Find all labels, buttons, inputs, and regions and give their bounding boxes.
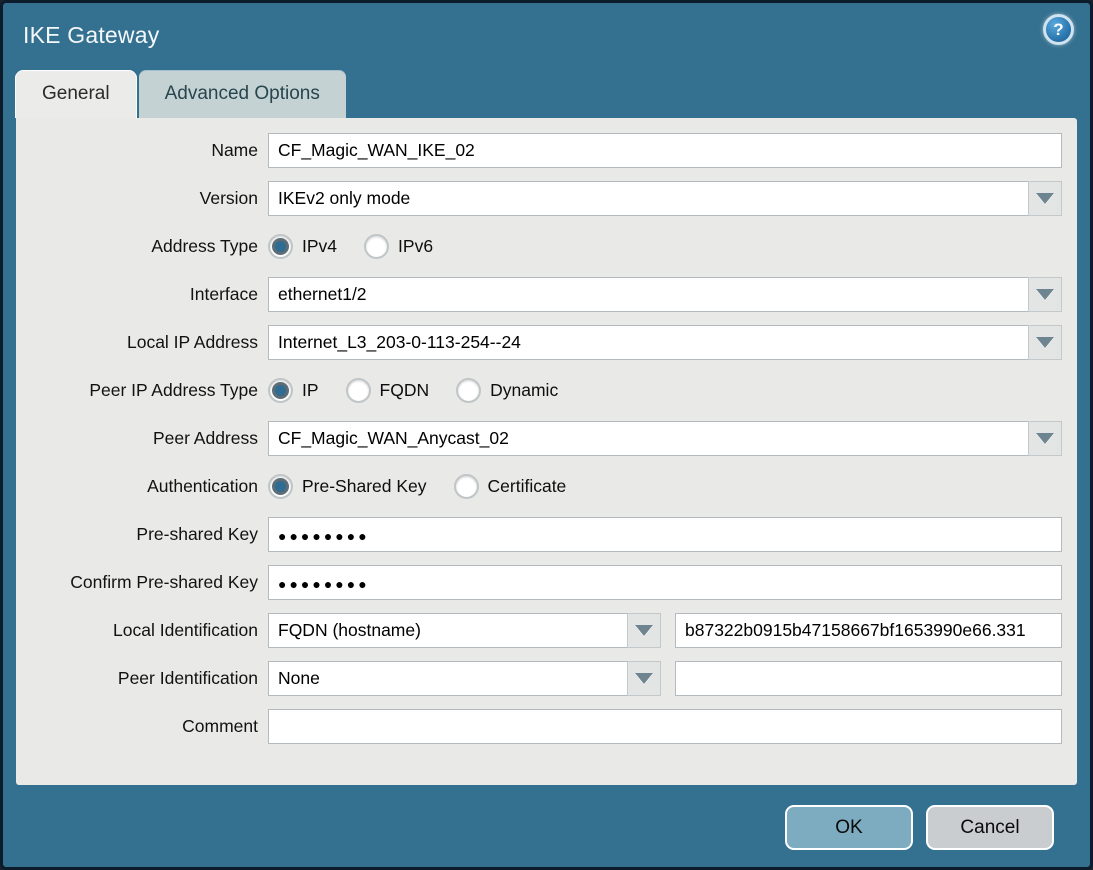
row-peer-identification: Peer Identification None: [16, 661, 1077, 696]
local-identification-type-dropdown[interactable]: FQDN (hostname): [268, 613, 661, 648]
confirm-pre-shared-key-label: Confirm Pre-shared Key: [16, 572, 268, 593]
ipv6-radio[interactable]: [364, 234, 389, 259]
help-icon[interactable]: ?: [1043, 14, 1074, 45]
fqdn-radio[interactable]: [346, 378, 371, 403]
comment-label: Comment: [16, 716, 268, 737]
pre-shared-key-label: Pre-shared Key: [16, 524, 268, 545]
local-identification-type-value[interactable]: FQDN (hostname): [268, 613, 627, 648]
local-identification-dropdown-button[interactable]: [627, 613, 661, 648]
certificate-radio-label: Certificate: [488, 476, 567, 497]
peer-ip-type-fqdn-option[interactable]: FQDN: [346, 378, 430, 403]
pre-shared-key-radio-label: Pre-Shared Key: [302, 476, 427, 497]
peer-identification-type-value[interactable]: None: [268, 661, 627, 696]
comment-input[interactable]: [268, 709, 1062, 744]
peer-identification-type-dropdown[interactable]: None: [268, 661, 661, 696]
address-type-ipv4-option[interactable]: IPv4: [268, 234, 337, 259]
version-label: Version: [16, 188, 268, 209]
row-interface: Interface ethernet1/2: [16, 277, 1077, 312]
chevron-down-icon: [1036, 289, 1054, 300]
chevron-down-icon: [1036, 433, 1054, 444]
pre-shared-key-input[interactable]: ●●●●●●●●: [268, 517, 1062, 552]
ip-radio[interactable]: [268, 378, 293, 403]
interface-dropdown[interactable]: ethernet1/2: [268, 277, 1062, 312]
local-ip-address-value[interactable]: Internet_L3_203-0-113-254--24: [268, 325, 1028, 360]
ipv6-radio-label: IPv6: [398, 236, 433, 257]
pre-shared-key-radio[interactable]: [268, 474, 293, 499]
chevron-down-icon: [1036, 337, 1054, 348]
version-value[interactable]: IKEv2 only mode: [268, 181, 1028, 216]
local-ip-address-label: Local IP Address: [16, 332, 268, 353]
dynamic-radio[interactable]: [456, 378, 481, 403]
local-ip-address-dropdown[interactable]: Internet_L3_203-0-113-254--24: [268, 325, 1062, 360]
row-address-type: Address Type IPv4 IPv6: [16, 229, 1077, 264]
peer-identification-dropdown-button[interactable]: [627, 661, 661, 696]
row-authentication: Authentication Pre-Shared Key Certificat…: [16, 469, 1077, 504]
row-comment: Comment: [16, 709, 1077, 744]
chevron-down-icon: [1036, 193, 1054, 204]
auth-pre-shared-key-option[interactable]: Pre-Shared Key: [268, 474, 427, 499]
dialog-titlebar: IKE Gateway ?: [3, 3, 1090, 67]
row-peer-address: Peer Address CF_Magic_WAN_Anycast_02: [16, 421, 1077, 456]
auth-certificate-option[interactable]: Certificate: [454, 474, 567, 499]
peer-address-dropdown-button[interactable]: [1028, 421, 1062, 456]
ike-gateway-dialog: IKE Gateway ? General Advanced Options N…: [0, 0, 1093, 870]
interface-label: Interface: [16, 284, 268, 305]
peer-address-label: Peer Address: [16, 428, 268, 449]
dialog-footer: OK Cancel: [3, 785, 1090, 870]
dynamic-radio-label: Dynamic: [490, 380, 558, 401]
dialog-title: IKE Gateway: [23, 22, 159, 49]
local-ip-address-dropdown-button[interactable]: [1028, 325, 1062, 360]
row-peer-ip-address-type: Peer IP Address Type IP FQDN Dynamic: [16, 373, 1077, 408]
name-input[interactable]: CF_Magic_WAN_IKE_02: [268, 133, 1062, 168]
local-identification-label: Local Identification: [16, 620, 268, 641]
row-local-ip-address: Local IP Address Internet_L3_203-0-113-2…: [16, 325, 1077, 360]
authentication-label: Authentication: [16, 476, 268, 497]
version-dropdown[interactable]: IKEv2 only mode: [268, 181, 1062, 216]
chevron-down-icon: [635, 673, 653, 684]
peer-ip-type-dynamic-option[interactable]: Dynamic: [456, 378, 558, 403]
name-label: Name: [16, 140, 268, 161]
peer-ip-type-ip-option[interactable]: IP: [268, 378, 319, 403]
address-type-label: Address Type: [16, 236, 268, 257]
row-version: Version IKEv2 only mode: [16, 181, 1077, 216]
ip-radio-label: IP: [302, 380, 319, 401]
tab-bar: General Advanced Options: [3, 67, 1090, 118]
tab-advanced-options[interactable]: Advanced Options: [139, 71, 346, 118]
local-identification-value-input[interactable]: b87322b0915b47158667bf1653990e66.331: [675, 613, 1062, 648]
version-dropdown-button[interactable]: [1028, 181, 1062, 216]
peer-identification-label: Peer Identification: [16, 668, 268, 689]
general-tab-panel: Name CF_Magic_WAN_IKE_02 Version IKEv2 o…: [16, 118, 1077, 785]
confirm-pre-shared-key-input[interactable]: ●●●●●●●●: [268, 565, 1062, 600]
chevron-down-icon: [635, 625, 653, 636]
ok-button[interactable]: OK: [785, 805, 913, 850]
peer-ip-address-type-label: Peer IP Address Type: [16, 380, 268, 401]
row-name: Name CF_Magic_WAN_IKE_02: [16, 133, 1077, 168]
certificate-radio[interactable]: [454, 474, 479, 499]
row-pre-shared-key: Pre-shared Key ●●●●●●●●: [16, 517, 1077, 552]
ipv4-radio-label: IPv4: [302, 236, 337, 257]
peer-address-dropdown[interactable]: CF_Magic_WAN_Anycast_02: [268, 421, 1062, 456]
fqdn-radio-label: FQDN: [380, 380, 430, 401]
tab-general[interactable]: General: [16, 71, 136, 118]
ipv4-radio[interactable]: [268, 234, 293, 259]
peer-address-value[interactable]: CF_Magic_WAN_Anycast_02: [268, 421, 1028, 456]
interface-dropdown-button[interactable]: [1028, 277, 1062, 312]
peer-identification-value-input[interactable]: [675, 661, 1062, 696]
address-type-ipv6-option[interactable]: IPv6: [364, 234, 433, 259]
cancel-button[interactable]: Cancel: [926, 805, 1054, 850]
interface-value[interactable]: ethernet1/2: [268, 277, 1028, 312]
row-confirm-pre-shared-key: Confirm Pre-shared Key ●●●●●●●●: [16, 565, 1077, 600]
row-local-identification: Local Identification FQDN (hostname) b87…: [16, 613, 1077, 648]
